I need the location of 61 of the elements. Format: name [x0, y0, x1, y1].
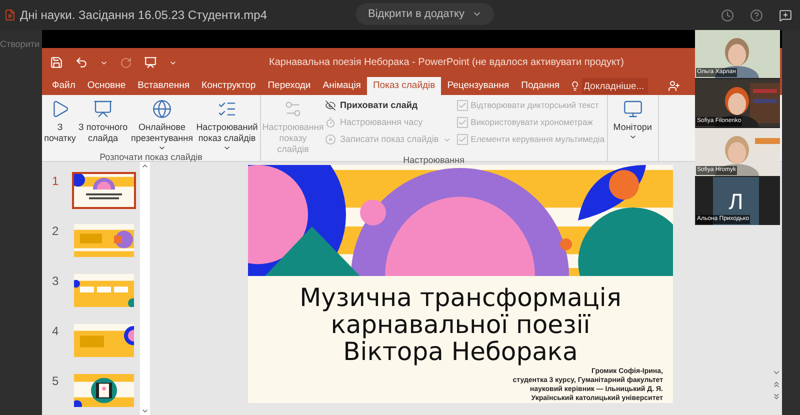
undo-icon[interactable]: [75, 56, 88, 69]
file-title: Дні науки. Засідання 16.05.23 Студенти.mp4: [20, 7, 268, 24]
scroll-up-icon[interactable]: [141, 162, 149, 170]
presentation-icon[interactable]: [144, 56, 157, 69]
slide-title: Віктора Неборака: [343, 338, 578, 365]
slide-number: 5: [52, 373, 60, 390]
slide-thumbnail[interactable]: [72, 272, 136, 309]
ribbon-tab[interactable]: Анімація: [316, 77, 367, 95]
ribbon-button[interactable]: Приховати слайд: [325, 97, 451, 114]
group-label: Розпочати показ слайдів: [98, 152, 204, 164]
caret-icon: [628, 133, 637, 141]
scroll-down-icon[interactable]: [141, 407, 149, 415]
ribbon-tab[interactable]: Подання: [515, 77, 566, 95]
settings-icon: [283, 99, 303, 119]
previous-slide-icon[interactable]: [772, 380, 780, 389]
slide-number: 2: [52, 223, 60, 240]
timer-icon: [325, 117, 336, 128]
video-file-icon: [4, 9, 16, 21]
scroll-down-icon[interactable]: [772, 368, 780, 377]
ribbon-tab[interactable]: Конструктор: [196, 77, 262, 95]
record-icon: [325, 134, 336, 145]
side-label: Створити: [0, 38, 40, 51]
avatar-initial: Л: [728, 188, 744, 216]
ribbon-tab[interactable]: Файл: [46, 77, 82, 95]
slide-number: 4: [52, 323, 60, 340]
group-label: Настроювання: [402, 155, 466, 167]
slide-thumbnail[interactable]: [72, 322, 136, 359]
ribbon-button[interactable]: Монітори: [610, 95, 656, 161]
globe-icon: [152, 99, 172, 119]
save-icon[interactable]: [50, 56, 63, 69]
slide-title: Музична трансформація: [300, 284, 622, 311]
lightbulb-icon: [570, 81, 580, 91]
ribbon-tab[interactable]: Показ слайдів: [366, 77, 442, 95]
slide-number: 1: [52, 173, 60, 190]
share-icon[interactable]: [668, 80, 680, 92]
monitor-icon: [622, 99, 643, 119]
ribbon-button[interactable]: З початку: [44, 95, 76, 152]
window-title: Карнавальна поезія Неборака - PowerPoint (не вдалося активувати продукт): [269, 56, 624, 70]
ribbon-tab[interactable]: Рецензування: [441, 77, 516, 95]
slide-thumbnail[interactable]: [72, 172, 136, 209]
slide-thumbnail[interactable]: [72, 222, 136, 259]
history-icon[interactable]: [721, 8, 734, 22]
ribbon-button[interactable]: Онлайнове презентування: [130, 95, 194, 152]
open-in-app-button[interactable]: Відкрити в додатку: [356, 3, 494, 25]
search-field[interactable]: Докладніше...: [582, 78, 648, 94]
slide-title: карнавальної поезії: [330, 311, 590, 338]
comment-icon[interactable]: [779, 8, 792, 22]
ribbon-tab[interactable]: Вставлення: [132, 77, 196, 95]
help-icon[interactable]: [750, 8, 763, 22]
ribbon-button[interactable]: Настроюваний показ слайдів: [196, 95, 258, 152]
ribbon-tab[interactable]: Переходи: [262, 77, 317, 95]
ribbon-button[interactable]: З поточного слайда: [78, 95, 128, 152]
next-slide-icon[interactable]: [772, 392, 780, 401]
slide-number: 3: [52, 273, 60, 290]
caret-icon: [223, 144, 231, 152]
slide-thumbnail[interactable]: [72, 372, 136, 409]
presentation-icon: [93, 99, 113, 119]
eye-off-icon: [325, 100, 336, 111]
caret-icon: [158, 144, 166, 152]
ribbon-tab[interactable]: Основне: [81, 77, 132, 95]
scrollbar[interactable]: [140, 162, 150, 415]
